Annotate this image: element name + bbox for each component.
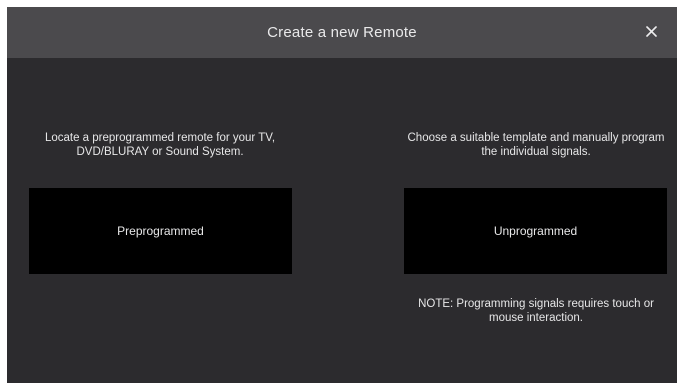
unprogrammed-button[interactable]: Unprogrammed bbox=[404, 188, 667, 274]
preprogrammed-button[interactable]: Preprogrammed bbox=[29, 188, 292, 274]
programming-note: NOTE: Programming signals requires touch… bbox=[418, 298, 654, 324]
unprogrammed-description: Choose a suitable template and manually … bbox=[407, 132, 665, 158]
dialog-title: Create a new Remote bbox=[267, 24, 417, 41]
close-icon bbox=[639, 26, 663, 37]
preprogrammed-description: Locate a preprogrammed remote for your T… bbox=[44, 132, 276, 158]
dialog-header: Create a new Remote bbox=[7, 7, 677, 58]
create-remote-dialog: Create a new Remote Locate a preprogramm… bbox=[7, 7, 677, 383]
close-button[interactable] bbox=[639, 20, 663, 44]
